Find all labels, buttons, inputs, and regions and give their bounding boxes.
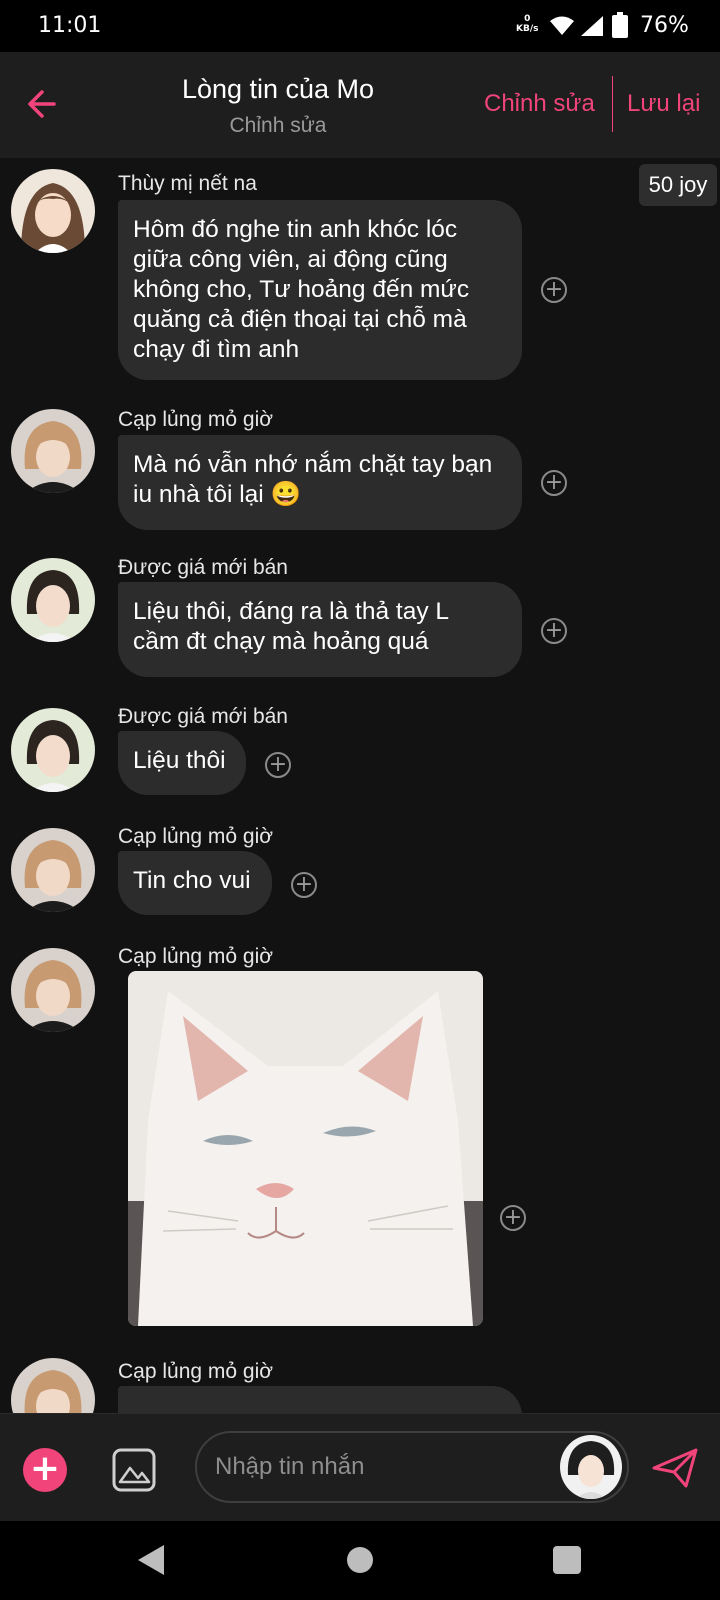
joy-badge: 50 joy bbox=[639, 164, 717, 206]
message-bubble[interactable]: Liệu thôi bbox=[118, 731, 246, 795]
sender-name: Cạp lủng mỏ giờ bbox=[118, 945, 274, 968]
page-title: Lòng tin của Mo bbox=[181, 74, 375, 104]
avatar[interactable] bbox=[11, 948, 95, 1032]
header-divider bbox=[612, 76, 613, 132]
message-bubble[interactable]: Mà nó vẫn nhớ nắm chặt tay bạn iu nhà tô… bbox=[118, 435, 522, 530]
message-line: Hôm đó nghe tin anh khóc lóc bbox=[133, 216, 458, 243]
image-icon[interactable] bbox=[112, 1448, 156, 1492]
network-speed-unit: KB/s bbox=[516, 24, 539, 34]
add-circle-icon[interactable]: + bbox=[541, 277, 567, 303]
nav-home-icon[interactable] bbox=[347, 1547, 373, 1573]
network-speed: 0 KB/s bbox=[516, 14, 538, 34]
system-navigation-bar bbox=[0, 1521, 720, 1600]
add-circle-icon[interactable]: + bbox=[541, 618, 567, 644]
page-subtitle: Chỉnh sửa bbox=[229, 114, 327, 137]
avatar[interactable] bbox=[11, 169, 95, 253]
message-line: Liệu thôi bbox=[133, 747, 226, 774]
add-circle-icon[interactable]: + bbox=[541, 470, 567, 496]
message-bubble[interactable]: Liệu thôi, đáng ra là thả tay L cầm đt c… bbox=[118, 582, 522, 677]
message-line: cầm đt chạy mà hoảng quá bbox=[133, 628, 429, 655]
message-bubble[interactable]: Hôm đó nghe tin anh khóc lóc giữa công v… bbox=[118, 200, 522, 380]
sender-name: Được giá mới bán bbox=[118, 705, 288, 728]
nav-recents-icon[interactable] bbox=[553, 1546, 581, 1574]
network-speed-value: 0 bbox=[524, 14, 531, 24]
message-line: không cho, Tư hoảng đến mức bbox=[133, 276, 470, 303]
message-line: chạy đi tìm anh bbox=[133, 336, 300, 363]
avatar[interactable] bbox=[11, 409, 95, 493]
avatar[interactable] bbox=[560, 1435, 622, 1499]
message-bubble[interactable]: Tin cho vui bbox=[118, 851, 272, 915]
nav-back-icon[interactable] bbox=[138, 1545, 164, 1575]
message-line: Mà nó vẫn nhớ nắm chặt tay bạn bbox=[133, 451, 493, 478]
battery-percent: 76% bbox=[640, 13, 689, 38]
status-bar: 11:01 0 KB/s 76% bbox=[0, 0, 720, 52]
avatar[interactable] bbox=[11, 558, 95, 642]
message-line: Tin cho vui bbox=[133, 867, 251, 894]
avatar[interactable] bbox=[11, 1358, 95, 1413]
send-icon[interactable] bbox=[652, 1448, 698, 1488]
message-line: giữa công viên, ai động cũng bbox=[133, 246, 448, 273]
add-circle-icon[interactable]: + bbox=[265, 752, 291, 778]
add-circle-icon[interactable]: + bbox=[291, 872, 317, 898]
sender-name: Được giá mới bán bbox=[118, 556, 288, 579]
battery-icon bbox=[612, 12, 628, 38]
white-cat-photo[interactable] bbox=[128, 971, 483, 1326]
save-button[interactable]: Lưu lại bbox=[627, 90, 700, 118]
message-line: quăng cả điện thoại tại chỗ mà bbox=[133, 306, 467, 333]
wifi-icon bbox=[550, 16, 574, 35]
sender-name: Thùy mị nết na bbox=[118, 172, 257, 195]
signal-icon bbox=[581, 16, 603, 36]
edit-button[interactable]: Chỉnh sửa bbox=[484, 90, 595, 118]
chat-feed[interactable]: 50 joy Thùy mị nết na Hôm đó nghe tin an… bbox=[0, 158, 720, 1413]
sender-name: Cạp lủng mỏ giờ bbox=[118, 408, 274, 431]
message-bubble[interactable] bbox=[118, 1386, 522, 1413]
composer-bar: + bbox=[0, 1413, 720, 1522]
message-line: iu nhà tôi lại 😀 bbox=[133, 481, 302, 508]
add-circle-icon[interactable]: + bbox=[500, 1205, 526, 1231]
plus-icon[interactable]: + bbox=[23, 1448, 67, 1492]
arrow-left-icon[interactable] bbox=[24, 84, 64, 124]
status-time: 11:01 bbox=[38, 13, 102, 38]
avatar[interactable] bbox=[11, 708, 95, 792]
message-line: Liệu thôi, đáng ra là thả tay L bbox=[133, 598, 449, 625]
chat-header: Lòng tin của Mo Chỉnh sửa Chỉnh sửa Lưu … bbox=[0, 52, 720, 158]
avatar[interactable] bbox=[11, 828, 95, 912]
sender-name: Cạp lủng mỏ giờ bbox=[118, 1360, 274, 1383]
sender-name: Cạp lủng mỏ giờ bbox=[118, 825, 274, 848]
